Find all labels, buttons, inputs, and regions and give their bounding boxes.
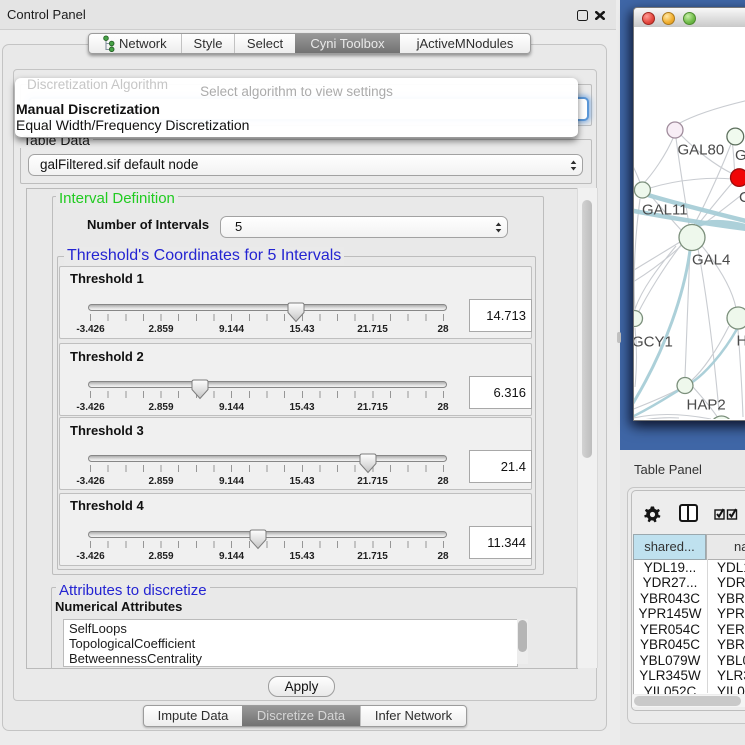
svg-text:GAL4: GAL4 [692,252,730,269]
svg-text:H: H [737,333,745,350]
svg-text:C: C [739,189,745,206]
svg-text:GAL80: GAL80 [678,142,725,159]
svg-text:GAL11: GAL11 [642,202,688,219]
svg-text:GAL: GAL [735,147,745,164]
svg-text:HAP2: HAP2 [687,397,726,414]
svg-text:GCY1: GCY1 [634,334,673,351]
